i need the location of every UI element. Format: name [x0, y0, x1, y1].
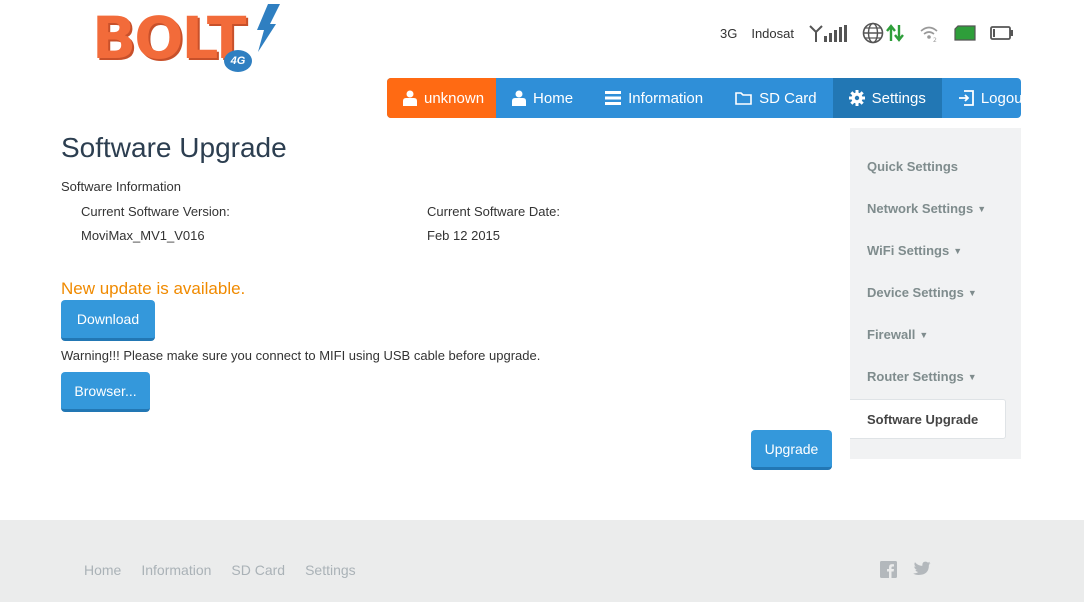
social-links: [880, 561, 931, 578]
page: BOLT 4G 3G Indosat 2 unknown Home Inform…: [0, 0, 1084, 602]
side-item-router-settings[interactable]: Router Settings ▼: [867, 369, 977, 384]
carrier-name: Indosat: [751, 25, 794, 41]
caret-down-icon: ▼: [967, 372, 977, 382]
settings-side-menu: Quick Settings Network Settings ▼ WiFi Se…: [850, 128, 1021, 459]
logout-icon: [958, 90, 974, 106]
side-item-label: Firewall: [867, 327, 916, 342]
nav-settings-label: Settings: [871, 89, 926, 107]
network-type: 3G: [720, 25, 738, 41]
side-item-label: WiFi Settings: [867, 243, 950, 258]
side-item-firewall[interactable]: Firewall ▼: [867, 327, 928, 342]
nav-home[interactable]: Home: [496, 78, 589, 118]
side-item-quick-settings[interactable]: Quick Settings: [867, 159, 958, 174]
nav-user[interactable]: unknown: [387, 78, 497, 118]
side-item-label: Software Upgrade: [867, 412, 979, 427]
side-item-label: Quick Settings: [867, 159, 959, 174]
nav-information[interactable]: Information: [589, 78, 719, 118]
nav-logout-label: Logout: [980, 89, 1021, 107]
globe-icon: [862, 22, 884, 44]
nav-home-label: Home: [533, 89, 574, 107]
software-info-heading: Software Information: [61, 179, 181, 194]
nav-information-label: Information: [628, 89, 704, 107]
facebook-icon[interactable]: [880, 561, 897, 578]
data-arrows-icon: [886, 24, 904, 42]
caret-down-icon: ▼: [977, 204, 987, 214]
side-item-device-settings[interactable]: Device Settings ▼: [867, 285, 977, 300]
footer-links: Home Information SD Card Settings: [84, 562, 356, 578]
current-version-label: Current Software Version:: [81, 204, 230, 219]
folder-icon: [735, 92, 752, 105]
browse-file-button[interactable]: Browser...: [61, 372, 150, 412]
internet-status: [862, 22, 904, 44]
nav-sd-card[interactable]: SD Card: [719, 78, 833, 118]
footer: Home Information SD Card Settings: [0, 520, 1084, 602]
footer-link-home[interactable]: Home: [84, 562, 121, 578]
nav-logout[interactable]: Logout: [942, 78, 1021, 118]
twitter-icon[interactable]: [913, 561, 931, 577]
footer-link-settings[interactable]: Settings: [305, 562, 356, 578]
battery-icon: [990, 26, 1013, 40]
status-bar: 3G Indosat 2: [720, 18, 1014, 48]
current-version-value: MoviMax_MV1_V016: [81, 228, 205, 243]
user-icon: [403, 90, 417, 106]
caret-down-icon: ▼: [953, 246, 963, 256]
sim-icon: [954, 25, 976, 41]
download-button[interactable]: Download: [61, 300, 155, 341]
caret-down-icon: ▼: [919, 330, 929, 340]
user-icon: [512, 90, 527, 106]
lightning-bolt-icon: [257, 4, 280, 52]
side-item-label: Router Settings: [867, 369, 964, 384]
side-item-label: Network Settings: [867, 201, 974, 216]
side-item-software-upgrade[interactable]: Software Upgrade: [850, 399, 1006, 439]
nav-user-label: unknown: [424, 89, 485, 107]
side-item-wifi-settings[interactable]: WiFi Settings ▼: [867, 243, 962, 258]
footer-link-sd-card[interactable]: SD Card: [231, 562, 285, 578]
update-available-message: New update is available.: [61, 279, 246, 298]
logo-wordmark: BOLT: [92, 4, 246, 72]
nav-settings[interactable]: Settings: [832, 78, 942, 118]
side-item-label: Device Settings: [867, 285, 964, 300]
logo-4g-badge: 4G: [224, 50, 252, 72]
side-item-network-settings[interactable]: Network Settings ▼: [867, 201, 986, 216]
current-date-value: Feb 12 2015: [427, 228, 501, 243]
list-icon: [605, 91, 622, 105]
bolt-logo[interactable]: BOLT 4G: [92, 2, 282, 74]
upgrade-button[interactable]: Upgrade: [751, 430, 832, 470]
main-nav: unknown Home Information SD Card Setting…: [387, 78, 1021, 118]
page-title: Software Upgrade: [61, 132, 287, 163]
usb-warning-text: Warning!!! Please make sure you connect …: [61, 348, 541, 363]
caret-down-icon: ▼: [967, 288, 977, 298]
nav-sd-card-label: SD Card: [759, 89, 817, 107]
current-date-label: Current Software Date:: [427, 204, 560, 219]
wifi-icon: 2: [920, 26, 938, 43]
svg-text:2: 2: [933, 37, 937, 43]
footer-link-information[interactable]: Information: [141, 562, 211, 578]
gear-icon: [848, 90, 865, 106]
signal-icon: [809, 25, 847, 42]
